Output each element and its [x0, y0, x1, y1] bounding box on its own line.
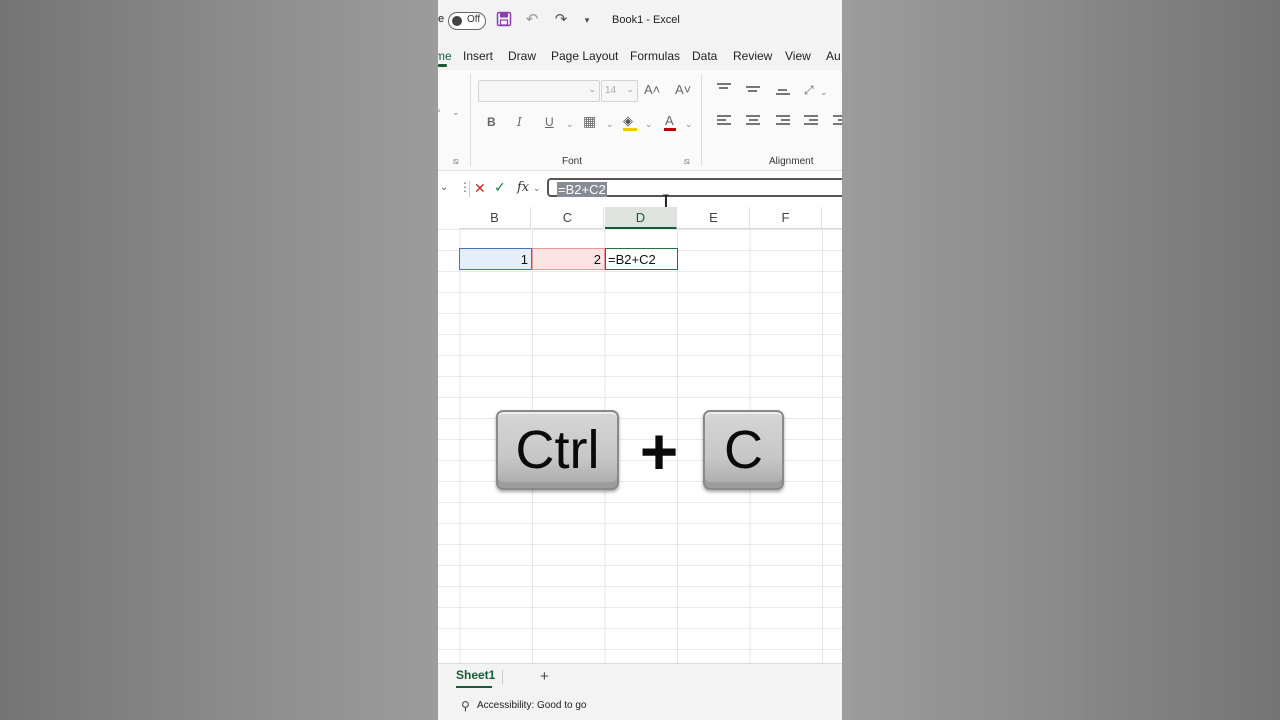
- column-header-c[interactable]: C: [532, 207, 604, 229]
- chevron-down-icon: ⌄: [626, 84, 634, 94]
- cancel-icon[interactable]: ✕: [474, 180, 486, 197]
- clipboard-dropdown-icon[interactable]: ⌄: [452, 104, 460, 120]
- font-color-bar: [664, 128, 676, 131]
- accessibility-icon[interactable]: ⚲: [461, 699, 470, 713]
- ribbon: ▫ ⌄ ⧅ ⌄ 14 ⌄ A˄ A˅ B I U ⌄ ▦ ⌄ ◈ ⌄ A ⌄ F…: [438, 70, 842, 171]
- bold-icon[interactable]: B: [487, 114, 496, 130]
- chevron-down-icon: ⌄: [588, 84, 596, 94]
- autosave-state: Off: [467, 14, 481, 25]
- middle-align-icon[interactable]: [746, 86, 760, 98]
- fill-color-icon[interactable]: ◈: [623, 113, 633, 129]
- font-launcher-icon[interactable]: ⧅: [684, 156, 690, 167]
- align-left-icon[interactable]: [717, 115, 731, 127]
- align-right-icon[interactable]: [776, 115, 790, 127]
- accessibility-status[interactable]: Accessibility: Good to go: [477, 700, 587, 711]
- chevron-down-icon[interactable]: ⌄: [820, 84, 828, 100]
- c-key: C: [703, 410, 784, 490]
- ribbon-separator: [470, 74, 471, 166]
- tab-insert[interactable]: Insert: [463, 49, 493, 63]
- tab-formulas[interactable]: Formulas: [630, 49, 680, 63]
- cell-b2[interactable]: 1: [459, 248, 532, 270]
- italic-icon[interactable]: I: [517, 114, 522, 130]
- tab-automate[interactable]: Au: [826, 49, 841, 63]
- ribbon-tabs: me Insert Draw Page Layout Formulas Data…: [438, 42, 842, 70]
- font-size-value: 14: [605, 85, 617, 96]
- cell-c2[interactable]: 2: [532, 248, 605, 270]
- background-right: [842, 0, 1280, 720]
- chevron-down-icon[interactable]: ⌄: [566, 116, 574, 132]
- autosave-label: e: [438, 13, 445, 25]
- fill-color-bar: [623, 128, 637, 131]
- document-title: Book1 - Excel: [612, 14, 680, 26]
- ctrl-key: Ctrl: [496, 410, 619, 490]
- font-group-label: Font: [562, 156, 583, 167]
- bottom-align-icon[interactable]: [776, 89, 790, 101]
- formula-input[interactable]: =B2+C2: [547, 178, 842, 197]
- font-color-icon[interactable]: A: [665, 113, 674, 129]
- sheet-tab-bar: Sheet1 +: [438, 663, 842, 692]
- tab-data[interactable]: Data: [692, 49, 717, 63]
- orientation-icon[interactable]: ⤢: [804, 82, 814, 98]
- top-align-icon[interactable]: [717, 83, 731, 95]
- chevron-down-icon[interactable]: ⌄: [645, 116, 653, 132]
- customize-qat-icon[interactable]: ▾: [578, 11, 596, 29]
- active-sheet-indicator: [456, 686, 492, 688]
- chevron-down-icon[interactable]: ⌄: [685, 116, 693, 132]
- tab-draw[interactable]: Draw: [508, 49, 536, 63]
- background-left: [0, 0, 438, 720]
- alignment-group-label: Alignment: [769, 156, 814, 167]
- redo-icon[interactable]: ↷: [552, 11, 570, 29]
- column-header-d[interactable]: D: [605, 207, 677, 229]
- enter-check-icon[interactable]: ✓: [494, 179, 506, 196]
- cell-d2[interactable]: =B2+C2: [605, 248, 678, 270]
- paste-icon[interactable]: ▫: [438, 103, 440, 119]
- ribbon-separator: [701, 74, 702, 166]
- align-center-icon[interactable]: [746, 115, 760, 127]
- name-box-dropdown-icon[interactable]: ⌄: [440, 182, 448, 193]
- insert-function-icon[interactable]: fx: [517, 180, 529, 195]
- grow-font-icon[interactable]: A˄: [644, 82, 660, 98]
- tab-home[interactable]: me: [438, 49, 452, 63]
- sheet-tab-sheet1[interactable]: Sheet1: [456, 668, 495, 682]
- formula-bar: ⌄ ⋮ ✕ ✓ fx ⌄ =B2+C2: [438, 176, 842, 202]
- formula-text-selected: =B2+C2: [557, 182, 607, 197]
- plus-sign: +: [639, 414, 679, 488]
- title-bar: e Off ↶ ↷ ▾ Book1 - Excel: [438, 0, 842, 42]
- borders-icon[interactable]: ▦: [583, 113, 596, 129]
- underline-icon[interactable]: U: [545, 114, 554, 130]
- font-name-box[interactable]: ⌄: [478, 80, 600, 102]
- toggle-knob: [452, 16, 462, 26]
- undo-icon[interactable]: ↶: [523, 11, 541, 29]
- sheet-separator: [502, 670, 503, 684]
- chevron-down-icon[interactable]: ⌄: [533, 183, 541, 194]
- chevron-down-icon[interactable]: ⌄: [606, 116, 614, 132]
- excel-window: e Off ↶ ↷ ▾ Book1 - Excel me Insert Draw…: [438, 0, 842, 720]
- tab-review[interactable]: Review: [733, 49, 772, 63]
- column-header-e[interactable]: E: [678, 207, 750, 229]
- column-header-b[interactable]: B: [459, 207, 531, 229]
- autosave-toggle[interactable]: Off: [448, 12, 486, 30]
- formula-separator: [469, 181, 470, 197]
- column-header-g[interactable]: [822, 207, 842, 229]
- column-header-f[interactable]: F: [750, 207, 822, 229]
- tab-page-layout[interactable]: Page Layout: [551, 49, 618, 63]
- font-size-box[interactable]: 14 ⌄: [601, 80, 638, 102]
- active-tab-indicator: [438, 64, 447, 67]
- clipboard-launcher-icon[interactable]: ⧅: [453, 156, 459, 167]
- shrink-font-icon[interactable]: A˅: [675, 82, 691, 98]
- save-icon[interactable]: [496, 11, 514, 29]
- add-sheet-button[interactable]: +: [540, 668, 549, 685]
- decrease-indent-icon[interactable]: [804, 115, 818, 127]
- status-bar: ⚲ Accessibility: Good to go: [438, 691, 842, 720]
- increase-indent-icon[interactable]: [833, 115, 842, 127]
- tab-view[interactable]: View: [785, 49, 811, 63]
